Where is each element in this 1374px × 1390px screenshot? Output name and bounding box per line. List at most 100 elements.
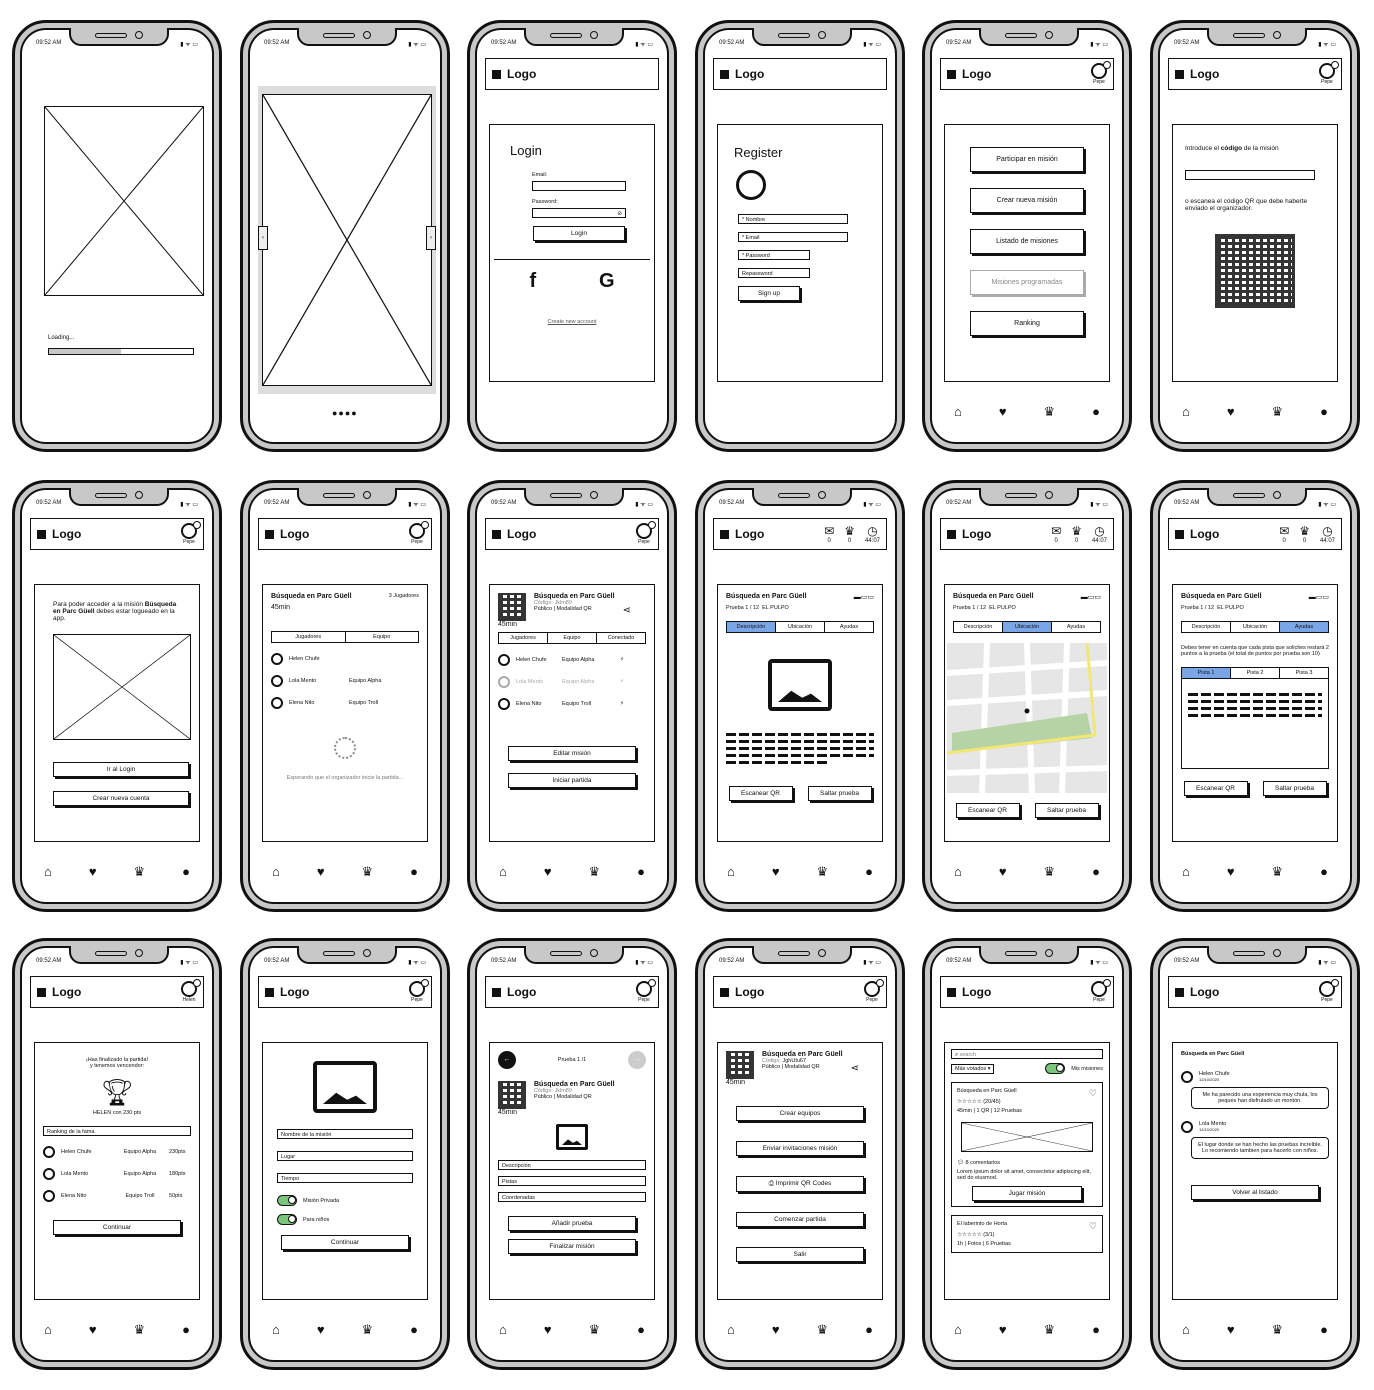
back-to-list-button[interactable]: Volver al listado: [1191, 1185, 1319, 1200]
sort-select[interactable]: Más votados ▾: [951, 1063, 995, 1074]
place-field[interactable]: Lugar: [277, 1151, 413, 1161]
home-icon[interactable]: ⌂: [499, 1322, 507, 1338]
scan-qr-button[interactable]: Escanear QR: [728, 786, 793, 801]
password-field[interactable]: ⊘: [532, 208, 626, 218]
create-teams-button[interactable]: Crear equipos: [736, 1106, 864, 1121]
map-view[interactable]: [947, 643, 1107, 793]
window-controls-icon[interactable]: ▬▭▭: [854, 593, 874, 601]
user-avatar-icon[interactable]: Pepe: [1319, 61, 1339, 85]
trophy-icon[interactable]: ♛: [1044, 864, 1056, 880]
print-qr-button[interactable]: ⎙ Imprimir QR Codes: [736, 1176, 864, 1192]
mail-icon[interactable]: ✉ 0: [1051, 525, 1061, 544]
name-field[interactable]: * Nombre: [738, 214, 848, 224]
next-arrow-icon[interactable]: →: [628, 1051, 646, 1069]
exit-button[interactable]: Salir: [736, 1247, 864, 1262]
home-icon[interactable]: ⌂: [499, 864, 507, 880]
create-account-link[interactable]: Create new account: [498, 319, 646, 325]
heart-icon[interactable]: ♥: [544, 1322, 552, 1338]
create-account-button[interactable]: Crear nueva cuenta: [53, 791, 189, 806]
repassword-field[interactable]: Repassword: [738, 268, 810, 278]
hints-field[interactable]: Pistas: [498, 1176, 646, 1186]
prev-arrow-icon[interactable]: ←: [498, 1051, 516, 1069]
skip-trial-button[interactable]: Saltar prueba: [807, 786, 872, 801]
start-game-button[interactable]: Iniciar partida: [508, 773, 636, 788]
user-icon[interactable]: ●: [865, 1322, 873, 1338]
mission-name-field[interactable]: Nombre de la misión: [277, 1129, 413, 1139]
trophy-icon[interactable]: ♛: [1044, 404, 1056, 420]
trophy-icon[interactable]: ♛: [362, 864, 374, 880]
user-icon[interactable]: ●: [410, 864, 418, 880]
scan-qr-button[interactable]: Escanear QR: [1183, 781, 1248, 796]
user-icon[interactable]: ●: [1092, 404, 1100, 420]
login-button[interactable]: Login: [533, 226, 625, 241]
user-avatar-icon[interactable]: Pepe: [636, 521, 656, 545]
game-tabs[interactable]: Descripción Ubicación Ayudas: [726, 621, 874, 633]
user-icon[interactable]: ●: [1320, 864, 1328, 880]
user-icon[interactable]: ●: [182, 864, 190, 880]
share-icon[interactable]: ⋖: [851, 1063, 859, 1079]
continue-button[interactable]: Continuar: [53, 1220, 181, 1235]
window-controls-icon[interactable]: ▬▭▭: [1081, 593, 1101, 601]
heart-icon[interactable]: ♥: [772, 864, 780, 880]
user-avatar-icon[interactable]: Pepe: [1319, 979, 1339, 1003]
user-avatar-icon[interactable]: Helen: [181, 979, 201, 1003]
heart-icon[interactable]: ♥: [1227, 864, 1235, 880]
window-controls-icon[interactable]: ▬▭▭: [1309, 593, 1329, 601]
start-game-button[interactable]: Comenzar partida: [736, 1212, 864, 1227]
game-tabs[interactable]: Descripción Ubicación Ayudas: [1181, 621, 1329, 633]
signup-button[interactable]: Sign up: [738, 286, 800, 301]
trophy-icon[interactable]: ♛: [134, 1322, 146, 1338]
eye-off-icon[interactable]: ⊘: [617, 211, 622, 217]
hint-tabs[interactable]: Pista 1 Pista 2 Pista 3: [1182, 668, 1328, 679]
trophy-icon[interactable]: ♛: [362, 1322, 374, 1338]
home-icon[interactable]: ⌂: [727, 864, 735, 880]
heart-icon[interactable]: ♥: [89, 864, 97, 880]
kids-toggle-row[interactable]: Para niños: [277, 1214, 413, 1225]
go-login-button[interactable]: Ir al Login: [53, 762, 189, 777]
description-field[interactable]: Descripción: [498, 1160, 646, 1170]
skip-trial-button[interactable]: Saltar prueba: [1034, 803, 1099, 818]
trophy-icon[interactable]: ♛ 0: [844, 525, 855, 544]
mission-list-button[interactable]: Listado de misiones: [970, 229, 1084, 254]
user-icon[interactable]: ●: [1092, 864, 1100, 880]
carousel-next-arrow-icon[interactable]: ›: [426, 226, 436, 250]
heart-icon[interactable]: ♥: [89, 1322, 97, 1338]
scan-qr-button[interactable]: Escanear QR: [955, 803, 1020, 818]
home-icon[interactable]: ⌂: [1182, 404, 1190, 420]
home-icon[interactable]: ⌂: [44, 1322, 52, 1338]
user-icon[interactable]: ●: [1320, 404, 1328, 420]
mail-icon[interactable]: ✉ 0: [824, 525, 834, 544]
heart-outline-icon[interactable]: ♡: [1089, 1088, 1097, 1099]
heart-outline-icon[interactable]: ♡: [1089, 1221, 1097, 1232]
mission-card[interactable]: Búsqueda en Parc Güell ♡ ☆☆☆☆☆ (20/45) 45…: [951, 1082, 1103, 1207]
user-avatar-icon[interactable]: Pepe: [636, 979, 656, 1003]
home-icon[interactable]: ⌂: [727, 1322, 735, 1338]
private-toggle-row[interactable]: Misión Privada: [277, 1195, 413, 1206]
heart-icon[interactable]: ♥: [999, 404, 1007, 420]
continue-button[interactable]: Continuar: [281, 1235, 409, 1250]
trophy-icon[interactable]: ♛: [817, 864, 829, 880]
image-icon[interactable]: [556, 1124, 588, 1150]
user-icon[interactable]: ●: [1320, 1322, 1328, 1338]
home-icon[interactable]: ⌂: [272, 864, 280, 880]
add-trial-button[interactable]: Añadir prueba: [508, 1216, 636, 1231]
time-field[interactable]: Tiempo: [277, 1173, 413, 1183]
user-avatar-icon[interactable]: Pepe: [409, 979, 429, 1003]
user-avatar-icon[interactable]: Pepe: [1091, 61, 1111, 85]
heart-icon[interactable]: ♥: [1227, 1322, 1235, 1338]
user-avatar-icon[interactable]: Pepe: [1091, 979, 1111, 1003]
my-missions-toggle[interactable]: Mis misiones: [1045, 1063, 1103, 1074]
code-input[interactable]: [1185, 170, 1315, 180]
mail-icon[interactable]: ✉ 0: [1279, 525, 1289, 544]
user-avatar-icon[interactable]: Pepe: [864, 979, 884, 1003]
home-icon[interactable]: ⌂: [954, 864, 962, 880]
trophy-icon[interactable]: ♛: [589, 1322, 601, 1338]
home-icon[interactable]: ⌂: [954, 1322, 962, 1338]
heart-icon[interactable]: ♥: [772, 1322, 780, 1338]
trophy-icon[interactable]: ♛: [134, 864, 146, 880]
scheduled-missions-button[interactable]: Misiones programadas: [970, 270, 1084, 295]
email-field[interactable]: [532, 181, 626, 191]
google-icon[interactable]: G: [599, 270, 615, 293]
carousel-prev-arrow-icon[interactable]: ‹: [258, 226, 268, 250]
user-icon[interactable]: ●: [637, 864, 645, 880]
